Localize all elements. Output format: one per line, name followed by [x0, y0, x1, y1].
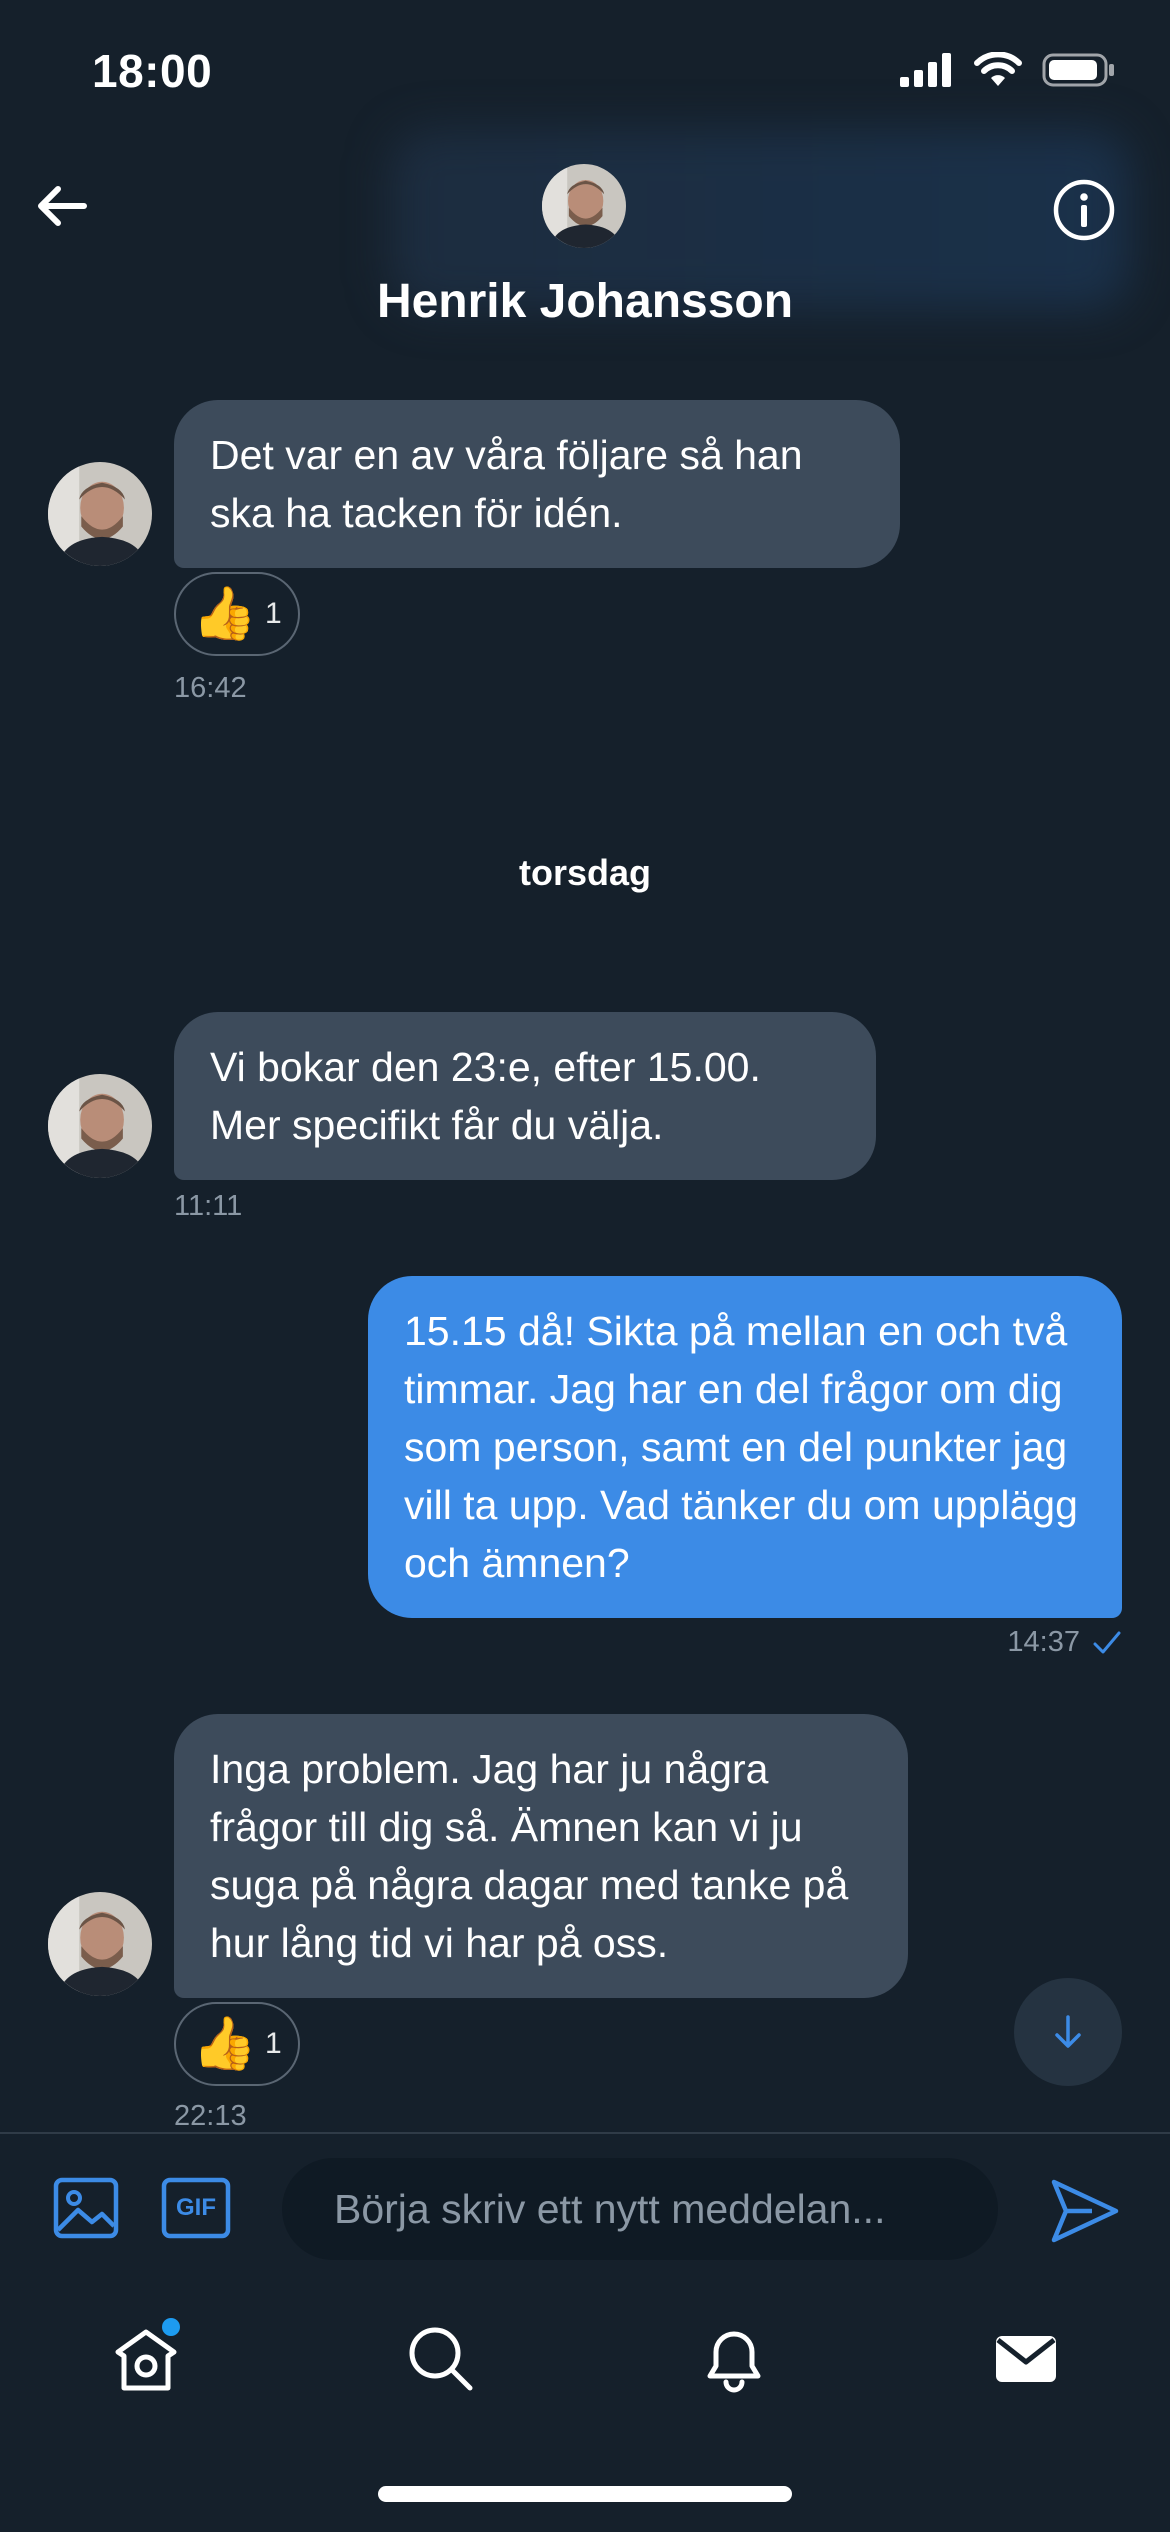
checkmark-icon [1093, 1631, 1121, 1653]
back-button[interactable] [32, 176, 92, 236]
reaction-count: 1 [265, 2027, 282, 2060]
tab-search[interactable] [400, 2318, 480, 2398]
contact-avatar-photo [48, 1892, 152, 1996]
contact-avatar-photo [48, 1074, 152, 1178]
contact-avatar-photo [542, 164, 626, 248]
day-separator: torsdag [518, 852, 651, 893]
notifications-icon [707, 2331, 761, 2393]
tab-notifications[interactable] [694, 2318, 774, 2398]
reaction-badge[interactable]: 👍 1 [174, 572, 300, 656]
gif-label: GIF [176, 2194, 216, 2221]
cellular-signal-icon [900, 53, 951, 87]
status-icons [900, 52, 1116, 88]
message-timestamp: 11:11 [174, 1190, 243, 1222]
send-icon [1051, 2179, 1119, 2243]
thumbs-up-icon: 👍 [192, 2015, 258, 2073]
contact-name[interactable]: Henrik Johansson [0, 274, 1170, 329]
message-bubble-incoming[interactable]: Det var en av våra följare så han ska ha… [174, 400, 900, 568]
image-button[interactable] [50, 2172, 122, 2244]
status-time: 18:00 [92, 45, 213, 97]
message-bubble-incoming[interactable]: Vi bokar den 23:e, efter 15.00. Mer spec… [174, 1012, 876, 1180]
notification-dot [162, 2318, 180, 2336]
tab-home[interactable] [106, 2318, 186, 2398]
messages-icon [996, 2336, 1056, 2382]
back-arrow-icon [38, 186, 87, 226]
wifi-icon [974, 52, 1022, 86]
message-timestamp: 22:13 [174, 2100, 247, 2132]
search-icon [409, 2327, 473, 2391]
gif-button[interactable]: GIF [160, 2172, 232, 2244]
home-indicator [378, 2486, 792, 2502]
message-input-placeholder: Börja skriv ett nytt meddelan... [334, 2185, 886, 2232]
sender-avatar[interactable] [48, 1074, 152, 1178]
sender-avatar[interactable] [48, 1892, 152, 1996]
image-icon [53, 2177, 119, 2239]
thumbs-up-icon: 👍 [192, 585, 258, 643]
message-meta: 14:37 [1007, 1626, 1122, 1659]
message-timestamp: 14:37 [1007, 1626, 1080, 1658]
reaction-count: 1 [265, 597, 282, 630]
battery-icon [1042, 53, 1114, 87]
arrow-down-icon [1055, 2015, 1081, 2048]
info-icon [1053, 179, 1115, 241]
contact-avatar-photo [48, 462, 152, 566]
reaction-badge[interactable]: 👍 1 [174, 2002, 300, 2086]
tab-messages[interactable] [986, 2318, 1066, 2398]
message-bubble-outgoing[interactable]: 15.15 då! Sikta på mellan en och två tim… [368, 1276, 1122, 1618]
header-avatar[interactable] [542, 164, 626, 248]
message-timestamp: 16:42 [174, 672, 247, 704]
message-input[interactable]: Börja skriv ett nytt meddelan... [282, 2158, 998, 2260]
info-button[interactable] [1052, 178, 1116, 242]
sender-avatar[interactable] [48, 462, 152, 566]
message-bubble-incoming[interactable]: Inga problem. Jag har ju några frågor ti… [174, 1714, 908, 1998]
send-button[interactable] [1048, 2174, 1122, 2248]
composer-divider [0, 2132, 1170, 2134]
scroll-to-bottom-button[interactable] [1014, 1978, 1122, 2086]
